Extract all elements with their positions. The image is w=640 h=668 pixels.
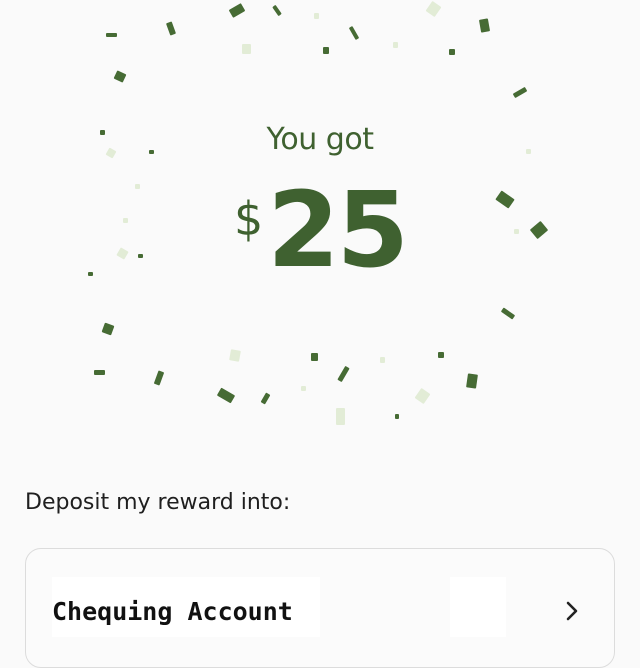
confetti-piece — [229, 349, 241, 362]
confetti-piece — [94, 370, 105, 375]
confetti-piece — [478, 18, 491, 33]
confetti-piece — [314, 13, 319, 19]
chevron-right-icon[interactable] — [560, 599, 584, 623]
confetti-piece — [512, 86, 528, 99]
reward-heading: You got — [266, 122, 374, 157]
confetti-piece — [466, 373, 478, 389]
currency-symbol: $ — [233, 192, 264, 246]
confetti-piece — [500, 307, 516, 320]
confetti-piece — [393, 42, 398, 48]
confetti-piece — [301, 386, 306, 391]
confetti-piece — [311, 353, 318, 361]
confetti-piece — [260, 392, 271, 405]
confetti-piece — [242, 44, 251, 54]
confetti-piece — [165, 21, 177, 36]
deposit-prompt: Deposit my reward into: — [25, 490, 291, 515]
reward-amount: $ 25 — [0, 178, 640, 282]
confetti-piece — [336, 408, 345, 425]
confetti-piece — [153, 370, 165, 386]
confetti-piece — [348, 25, 360, 41]
confetti-piece — [113, 70, 127, 83]
confetti-piece — [438, 352, 444, 358]
confetti-piece — [425, 0, 442, 18]
confetti-piece — [337, 365, 350, 383]
confetti-piece — [380, 357, 385, 363]
confetti-piece — [272, 4, 282, 17]
confetti-piece — [106, 33, 117, 37]
confetti-piece — [323, 47, 329, 54]
account-detail-mask — [450, 577, 506, 637]
reward-amount-value: 25 — [267, 169, 409, 291]
account-name: Chequing Account — [52, 597, 293, 626]
confetti-piece — [395, 414, 399, 419]
confetti-piece — [414, 387, 431, 405]
confetti-piece — [449, 49, 455, 55]
confetti-piece — [101, 322, 115, 336]
account-select-card[interactable]: Chequing Account — [25, 548, 615, 668]
confetti-piece — [228, 3, 246, 18]
confetti-piece — [216, 387, 236, 404]
